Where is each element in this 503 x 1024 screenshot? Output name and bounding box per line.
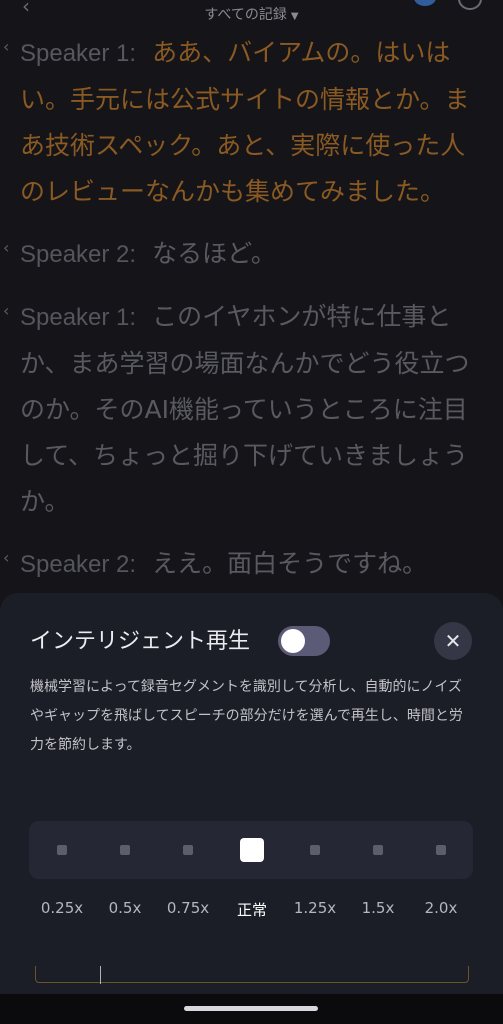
bookmark-icon: ‹ [3, 301, 10, 320]
speed-stop[interactable] [183, 845, 193, 855]
speed-slider[interactable] [29, 821, 473, 879]
speed-stop[interactable] [373, 845, 383, 855]
speed-stop[interactable] [436, 845, 446, 855]
home-indicator[interactable] [184, 1006, 318, 1011]
close-icon[interactable]: ✕ [434, 622, 472, 660]
records-dropdown[interactable]: すべての記録 ▼ [0, 4, 503, 24]
transcript-text: このイヤホンが特に仕事とか、まあ学習の場面なんかでどう役立つのか。そのAI機能っ… [20, 302, 470, 516]
speed-label[interactable]: 2.0x [411, 899, 471, 917]
sheet-description: 機械学習によって録音セグメントを識別して分析し、自動的にノイズやギャップを飛ばし… [30, 679, 463, 753]
speed-stop[interactable] [310, 845, 320, 855]
speed-label[interactable]: 0.5x [95, 899, 155, 917]
transcript-paragraph[interactable]: ‹ Speaker 1: ああ、バイアムの。はいはい。手元には公式サイトの情報とか… [3, 30, 490, 215]
top-bar: ‹ すべての記録 ▼ [0, 0, 503, 30]
speed-stop[interactable] [57, 845, 67, 855]
intelligent-playback-toggle[interactable] [278, 626, 330, 656]
bookmark-icon: ‹ [3, 37, 10, 56]
toggle-knob [281, 629, 305, 653]
transcript-text: なるほど。 [152, 239, 276, 268]
sheet-title: インテリジェント再生 [30, 629, 251, 654]
speed-label[interactable]: 正常 [222, 899, 282, 920]
speaker-label: Speaker 2: [20, 551, 137, 578]
speed-label[interactable]: 0.75x [158, 899, 218, 917]
speed-label[interactable]: 1.5x [348, 899, 408, 917]
transcript: ‹ Speaker 1: ああ、バイアムの。はいはい。手元には公式サイトの情報とか… [3, 30, 490, 604]
speed-stop[interactable] [120, 845, 130, 855]
speed-label[interactable]: 1.25x [285, 899, 345, 917]
speaker-label: Speaker 1: [20, 304, 137, 331]
intelligent-playback-sheet: インテリジェント再生 ✕ 機械学習によって録音セグメントを識別して分析し、自動的… [0, 593, 503, 1024]
speed-thumb[interactable] [240, 838, 264, 862]
transcript-paragraph[interactable]: ‹ Speaker 2: なるほど。 [3, 231, 490, 278]
transcript-paragraph[interactable]: ‹ Speaker 1: このイヤホンが特に仕事とか、まあ学習の場面なんかでどう役… [3, 294, 490, 525]
playhead [100, 966, 101, 984]
waveform-scrubber[interactable] [35, 966, 469, 984]
transcript-text: ええ。面白そうですね。 [152, 549, 428, 578]
bookmark-icon: ‹ [3, 238, 10, 257]
speaker-label: Speaker 2: [20, 241, 137, 268]
speed-label[interactable]: 0.25x [32, 899, 92, 917]
chevron-down-icon: ▼ [290, 11, 299, 22]
system-nav-bar [0, 994, 503, 1024]
records-dropdown-label: すべての記録 [204, 7, 287, 23]
bookmark-icon: ‹ [3, 548, 10, 567]
speaker-label: Speaker 1: [20, 40, 137, 67]
transcript-paragraph[interactable]: ‹ Speaker 2: ええ。面白そうですね。 [3, 541, 490, 588]
